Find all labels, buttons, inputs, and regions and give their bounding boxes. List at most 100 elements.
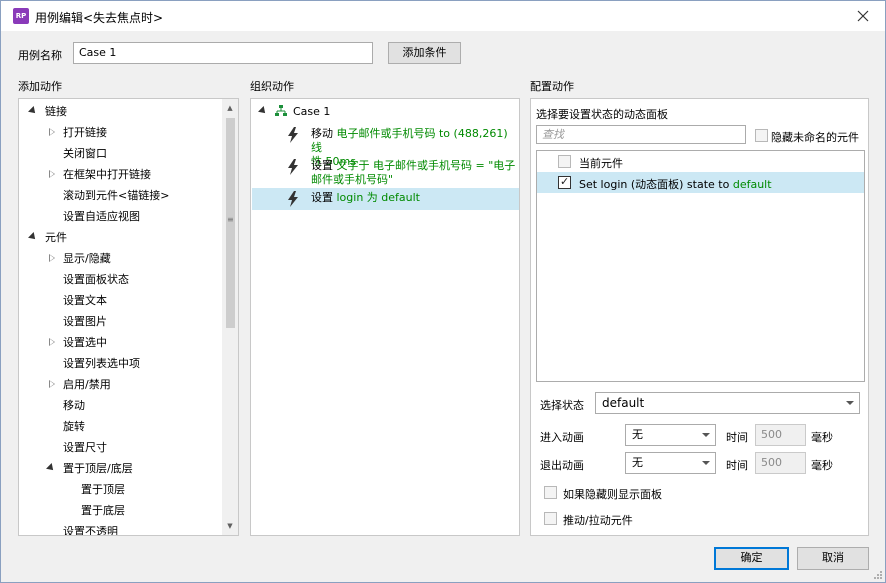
expand-closed-icon[interactable] — [49, 254, 55, 262]
action-tree-scrollbar[interactable]: ▲ ≡ ▼ — [222, 99, 238, 535]
show-if-hidden-label: 如果隐藏则显示面板 — [563, 488, 662, 501]
exit-animation-dropdown[interactable]: 无 — [625, 452, 716, 474]
push-pull-checkbox[interactable] — [544, 512, 557, 525]
add-condition-button[interactable]: 添加条件 — [388, 42, 461, 64]
show-if-hidden-checkbox[interactable] — [544, 486, 557, 499]
action-tree-item[interactable]: 滚动到元件<锚链接> — [19, 185, 219, 206]
action-tree-item[interactable]: 打开链接 — [19, 122, 219, 143]
action-tree-item[interactable]: 旋转 — [19, 416, 219, 437]
enter-animation-value: 无 — [632, 428, 643, 441]
select-state-value: default — [602, 396, 645, 410]
exit-time-input[interactable]: 500 — [755, 452, 806, 474]
action-tree-item[interactable]: 在框架中打开链接 — [19, 164, 219, 185]
set-login-state-checkbox[interactable] — [558, 175, 571, 189]
set-login-state-label: Set login (动态面板) state to default — [579, 178, 772, 191]
expand-open-icon[interactable] — [28, 232, 38, 242]
action-tree-item[interactable]: 设置选中 — [19, 332, 219, 353]
title-bar: RP 用例编辑<失去焦点时> — [1, 1, 885, 31]
list-item[interactable]: 当前元件 — [537, 151, 864, 172]
case-name-input[interactable]: Case 1 — [73, 42, 373, 64]
action-tree-item[interactable]: 设置自适应视图 — [19, 206, 219, 227]
case-editor-dialog: RP 用例编辑<失去焦点时> 用例名称 Case 1 添加条件 添加动作 组织动… — [0, 0, 886, 583]
action-tree-item[interactable]: 设置不透明 — [19, 521, 219, 535]
expand-closed-icon[interactable] — [49, 338, 55, 346]
case-node-label: Case 1 — [293, 105, 331, 118]
lightning-bolt-icon — [288, 159, 298, 175]
action-tree-item[interactable]: 元件 — [19, 227, 219, 248]
panel-search-input[interactable]: 查找 — [536, 125, 746, 144]
action-tree-item[interactable]: 显示/隐藏 — [19, 248, 219, 269]
axure-app-icon: RP — [13, 8, 29, 24]
chevron-down-icon — [702, 433, 710, 437]
action-tree-item-label: 置于顶层/底层 — [63, 462, 133, 475]
action-tree-item-label: 元件 — [45, 231, 67, 244]
add-actions-heading: 添加动作 — [18, 80, 62, 93]
action-tree-item-label: 显示/隐藏 — [63, 252, 111, 265]
ok-button[interactable]: 确定 — [714, 547, 789, 570]
enter-ms-label: 毫秒 — [811, 431, 833, 444]
window-title: 用例编辑<失去焦点时> — [35, 11, 164, 25]
action-tree-item-label: 置于底层 — [81, 504, 125, 517]
action-tree-item[interactable]: 置于顶层 — [19, 479, 219, 500]
exit-animation-value: 无 — [632, 456, 643, 469]
exit-animation-label: 退出动画 — [540, 459, 584, 472]
list-item[interactable]: Set login (动态面板) state to default — [537, 172, 864, 193]
action-tree-item-label: 滚动到元件<锚链接> — [63, 189, 170, 202]
action-tree-item-label: 旋转 — [63, 420, 85, 433]
case-name-label: 用例名称 — [18, 49, 62, 62]
expand-closed-icon[interactable] — [49, 380, 55, 388]
expand-open-icon[interactable] — [46, 463, 56, 473]
configure-actions-panel: 选择要设置状态的动态面板 查找 隐藏未命名的元件 当前元件 Set login … — [530, 98, 869, 536]
action-tree-item[interactable]: 链接 — [19, 101, 219, 122]
action-tree-item-label: 启用/禁用 — [63, 378, 111, 391]
expand-closed-icon[interactable] — [49, 128, 55, 136]
action-tree-item-label: 在框架中打开链接 — [63, 168, 151, 181]
action-tree-item[interactable]: 置于顶层/底层 — [19, 458, 219, 479]
push-pull-label: 推动/拉动元件 — [563, 514, 633, 527]
select-state-dropdown[interactable]: default — [595, 392, 860, 414]
action-tree-item[interactable]: 设置尺寸 — [19, 437, 219, 458]
hide-unnamed-checkbox[interactable] — [755, 129, 768, 142]
scroll-up-arrow[interactable]: ▲ — [222, 100, 238, 116]
lightning-bolt-icon — [288, 191, 298, 207]
expand-closed-icon[interactable] — [49, 170, 55, 178]
organized-action[interactable]: 设置 文字于 电子邮件或手机号码 = "电子 邮件或手机号码" — [287, 156, 517, 187]
action-detail-line1: login 为 default — [336, 191, 421, 204]
action-tree-item-label: 设置图片 — [63, 315, 107, 328]
expand-open-icon[interactable] — [28, 106, 38, 116]
close-icon — [857, 10, 869, 22]
action-tree-item[interactable]: 关闭窗口 — [19, 143, 219, 164]
close-button[interactable] — [849, 5, 877, 27]
enter-animation-dropdown[interactable]: 无 — [625, 424, 716, 446]
action-detail-line1: 文字于 电子邮件或手机号码 = "电子 — [336, 159, 516, 172]
add-actions-panel: 链接打开链接 关闭窗口在框架中打开链接滚动到元件<锚链接> 设置自适应视图元件显示/… — [18, 98, 239, 536]
action-tree-item[interactable]: 启用/禁用 — [19, 374, 219, 395]
action-tree-item[interactable]: 设置图片 — [19, 311, 219, 332]
action-tree-item-label: 设置面板状态 — [63, 273, 129, 286]
scroll-grip-icon: ≡ — [227, 215, 234, 224]
cancel-button[interactable]: 取消 — [797, 547, 869, 570]
action-verb: 设置 — [311, 159, 333, 172]
action-tree-item[interactable]: 设置面板状态 — [19, 269, 219, 290]
action-tree-item[interactable]: 移动 — [19, 395, 219, 416]
scroll-down-arrow[interactable]: ▼ — [222, 518, 238, 534]
enter-time-label: 时间 — [726, 431, 748, 444]
case-tree-icon — [275, 105, 287, 116]
panel-select-title: 选择要设置状态的动态面板 — [536, 108, 668, 121]
action-tree-item[interactable]: 设置文本 — [19, 290, 219, 311]
action-tree-item-label: 链接 — [45, 105, 67, 118]
action-tree-item-label: 设置选中 — [63, 336, 107, 349]
action-tree-item[interactable]: 置于底层 — [19, 500, 219, 521]
action-tree-item[interactable]: 设置列表选中项 — [19, 353, 219, 374]
organized-action[interactable]: 设置 login 为 default — [287, 188, 517, 207]
select-state-label: 选择状态 — [540, 399, 584, 412]
current-element-checkbox[interactable] — [558, 155, 571, 168]
action-tree-item-label: 设置列表选中项 — [63, 357, 140, 370]
chevron-down-icon — [846, 401, 854, 405]
exit-ms-label: 毫秒 — [811, 459, 833, 472]
resize-grip-icon[interactable] — [873, 570, 883, 580]
configure-actions-heading: 配置动作 — [530, 80, 574, 93]
exit-time-label: 时间 — [726, 459, 748, 472]
enter-time-input[interactable]: 500 — [755, 424, 806, 446]
organize-actions-panel: Case 1 移动 电子邮件或手机号码 to (488,261) 线性 50ms… — [250, 98, 520, 536]
